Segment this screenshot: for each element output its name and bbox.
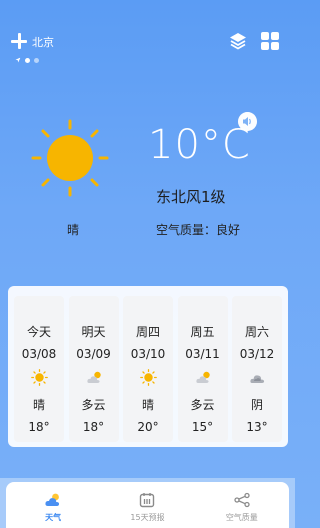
forecast-condition: 多云: [81, 398, 106, 412]
tab-label: 15天预报: [130, 513, 165, 522]
forecast-date: 03/09: [76, 347, 111, 361]
tab-bar: 天气 15天预报 空气质量: [6, 482, 289, 528]
tab-share-nodes[interactable]: 空气质量: [197, 482, 287, 528]
page-dot-active: [25, 57, 30, 63]
forecast-condition: 晴: [141, 398, 154, 412]
forecast-panel: 今天 03/08 晴 18° 明天 03/09 多云 18° 周四 03/10 晴 20° 周五 03/1…: [8, 286, 288, 447]
sun-icon: [31, 369, 48, 386]
forecast-day[interactable]: 周六 03/12 阴 13°: [232, 296, 282, 442]
tab-weather-tab[interactable]: 天气: [8, 482, 98, 528]
forecast-day-label: 明天: [81, 325, 106, 339]
sun-icon: [140, 369, 157, 386]
grid-menu-icon[interactable]: [261, 32, 279, 50]
page-dot: [34, 57, 39, 63]
forecast-day-label: 今天: [26, 325, 51, 339]
speaker-icon[interactable]: [238, 112, 257, 131]
forecast-date: 03/12: [239, 347, 275, 361]
air-quality-summary[interactable]: 空气质量：良好: [156, 221, 240, 238]
page-indicator: [15, 57, 39, 63]
forecast-day-label: 周四: [135, 325, 160, 339]
forecast-date: 03/08: [21, 347, 57, 361]
forecast-temperature: 18°: [82, 420, 105, 434]
sun-icon: [31, 119, 109, 197]
forecast-day[interactable]: 明天 03/09 多云 18°: [68, 296, 119, 442]
partly-cloudy-icon: [195, 369, 212, 386]
top-bar: 北京: [0, 0, 295, 63]
tab-calendar[interactable]: 15天预报: [102, 482, 192, 528]
layers-icon[interactable]: [228, 31, 248, 51]
weather-tab-icon: [44, 492, 62, 508]
forecast-day-label: 周五: [190, 325, 215, 339]
current-temperature: 10°C: [148, 122, 251, 168]
wind-info: 东北风1级: [156, 188, 226, 206]
tab-label: 空气质量: [225, 513, 258, 522]
forecast-temperature: 18°: [28, 420, 50, 434]
forecast-condition: 晴: [32, 398, 45, 412]
overcast-icon: [249, 369, 266, 386]
calendar-icon: [138, 492, 156, 508]
add-city-button[interactable]: [10, 32, 28, 50]
forecast-condition: 阴: [250, 398, 263, 412]
location-arrow-icon: [15, 57, 21, 63]
forecast-day-label: 周六: [244, 325, 269, 339]
forecast-day[interactable]: 今天 03/08 晴 18°: [14, 296, 64, 442]
forecast-day[interactable]: 周五 03/11 多云 15°: [177, 296, 228, 442]
current-condition: 晴: [67, 223, 80, 237]
forecast-temperature: 20°: [137, 420, 159, 434]
forecast-condition: 多云: [190, 398, 215, 412]
forecast-temperature: 13°: [246, 420, 268, 434]
forecast-date: 03/11: [185, 347, 220, 361]
forecast-temperature: 15°: [191, 420, 214, 434]
partly-cloudy-icon: [86, 369, 103, 386]
forecast-date: 03/10: [130, 347, 166, 361]
tab-label: 天气: [45, 513, 62, 522]
share-nodes-icon: [233, 492, 251, 508]
city-name[interactable]: 北京: [32, 34, 54, 50]
forecast-day[interactable]: 周四 03/10 晴 20°: [123, 296, 173, 442]
